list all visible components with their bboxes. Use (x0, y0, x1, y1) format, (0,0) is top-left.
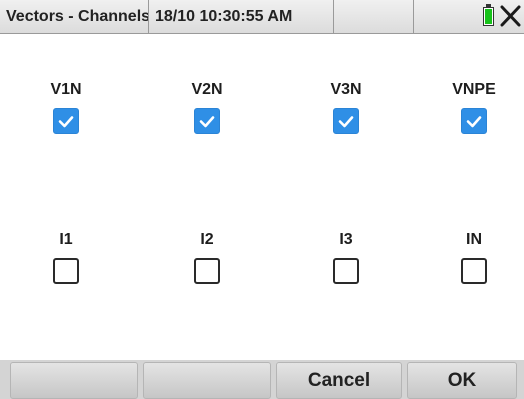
channel-label: VNPE (452, 81, 496, 98)
channel-label: IN (466, 231, 482, 248)
channel-label: V3N (330, 81, 362, 98)
channel-vnpe[interactable]: VNPE (444, 80, 504, 134)
channel-in[interactable]: IN (444, 230, 504, 284)
battery-level-fill (485, 9, 492, 24)
softkey-2-button[interactable] (143, 362, 271, 399)
window-title: Vectors - Channels (0, 0, 149, 33)
status-cell-empty (334, 0, 414, 33)
channel-i3-checkbox[interactable] (333, 258, 359, 284)
channel-in-checkbox[interactable] (461, 258, 487, 284)
channel-i2[interactable]: I2 (177, 230, 237, 284)
checkmark-icon (466, 116, 482, 128)
ok-button[interactable]: OK (407, 362, 517, 399)
battery-icon (483, 4, 494, 26)
channel-v3n-checkbox[interactable] (333, 108, 359, 134)
channel-label: V2N (191, 81, 223, 98)
checkmark-icon (58, 116, 74, 128)
title-bar: Vectors - Channels 18/10 10:30:55 AM (0, 0, 524, 34)
channel-label: I3 (339, 231, 353, 248)
channel-v2n-checkbox[interactable] (194, 108, 220, 134)
channel-v3n[interactable]: V3N (316, 80, 376, 134)
close-icon[interactable] (498, 4, 522, 28)
channel-v1n[interactable]: V1N (36, 80, 96, 134)
softkey-1-button[interactable] (10, 362, 138, 399)
channel-label: I1 (59, 231, 73, 248)
channel-i1[interactable]: I1 (36, 230, 96, 284)
channel-i2-checkbox[interactable] (194, 258, 220, 284)
channel-label: I2 (200, 231, 214, 248)
checkmark-icon (199, 116, 215, 128)
softkey-bar: Cancel OK (0, 360, 524, 399)
datetime-display: 18/10 10:30:55 AM (149, 0, 334, 33)
checkmark-icon (338, 116, 354, 128)
channel-i3[interactable]: I3 (316, 230, 376, 284)
cancel-button[interactable]: Cancel (276, 362, 402, 399)
channel-v1n-checkbox[interactable] (53, 108, 79, 134)
status-cell (414, 0, 524, 33)
channel-i1-checkbox[interactable] (53, 258, 79, 284)
channel-label: V1N (50, 81, 82, 98)
channel-vnpe-checkbox[interactable] (461, 108, 487, 134)
channel-v2n[interactable]: V2N (177, 80, 237, 134)
